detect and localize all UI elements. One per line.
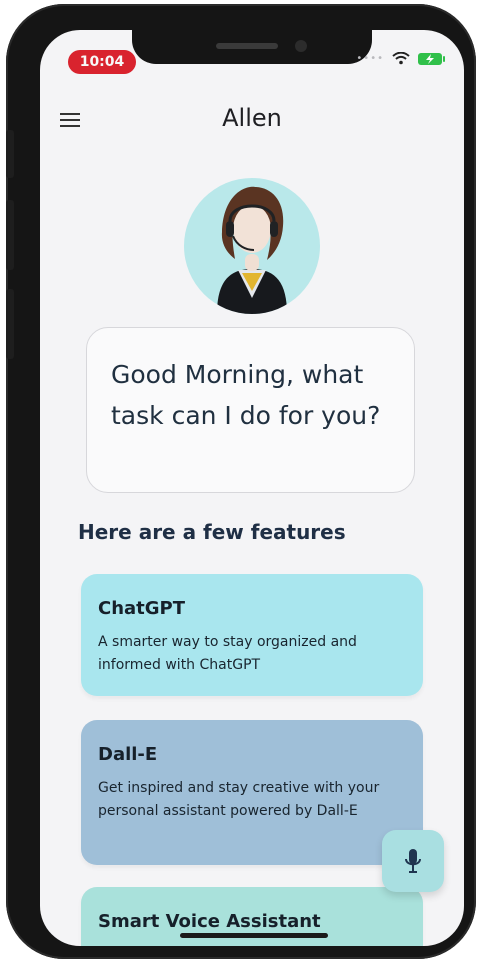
feature-card-description: Get inspired and stay creative with your…: [98, 780, 380, 819]
feature-card-title: Dall-E: [98, 744, 158, 765]
feature-card-chatgpt[interactable]: ChatGPT A smarter way to stay organized …: [81, 574, 423, 696]
battery-charging-icon: [418, 52, 445, 65]
feature-card-title: Smart Voice Assistant: [98, 911, 321, 932]
features-heading: Here are a few features: [78, 520, 346, 544]
assistant-avatar-icon: [184, 178, 320, 314]
side-button-top: [6, 130, 14, 178]
wifi-icon: [392, 52, 410, 65]
front-notch: [132, 30, 372, 64]
status-bar-icons: ••••: [356, 52, 445, 65]
home-indicator: [180, 933, 328, 938]
feature-card-description: A smarter way to stay organized and info…: [98, 634, 357, 673]
mic-button[interactable]: [382, 830, 444, 892]
feature-card-title: ChatGPT: [98, 598, 186, 619]
cellular-dots-icon: ••••: [356, 53, 384, 64]
side-button-bottom: [6, 289, 14, 359]
status-time: 10:04: [68, 50, 136, 74]
speaker-grille: [216, 43, 278, 49]
page-title: Allen: [222, 104, 282, 132]
phone-screen: 10:04 •••• Allen Good Morning, what task…: [40, 30, 464, 946]
greeting-bubble: Good Morning, what task can I do for you…: [86, 327, 415, 493]
front-camera-icon: [295, 40, 307, 52]
feature-card-dalle[interactable]: Dall-E Get inspired and stay creative wi…: [81, 720, 423, 865]
phone-frame: 10:04 •••• Allen Good Morning, what task…: [6, 4, 476, 959]
side-button-middle: [6, 200, 14, 270]
microphone-icon: [405, 849, 421, 873]
